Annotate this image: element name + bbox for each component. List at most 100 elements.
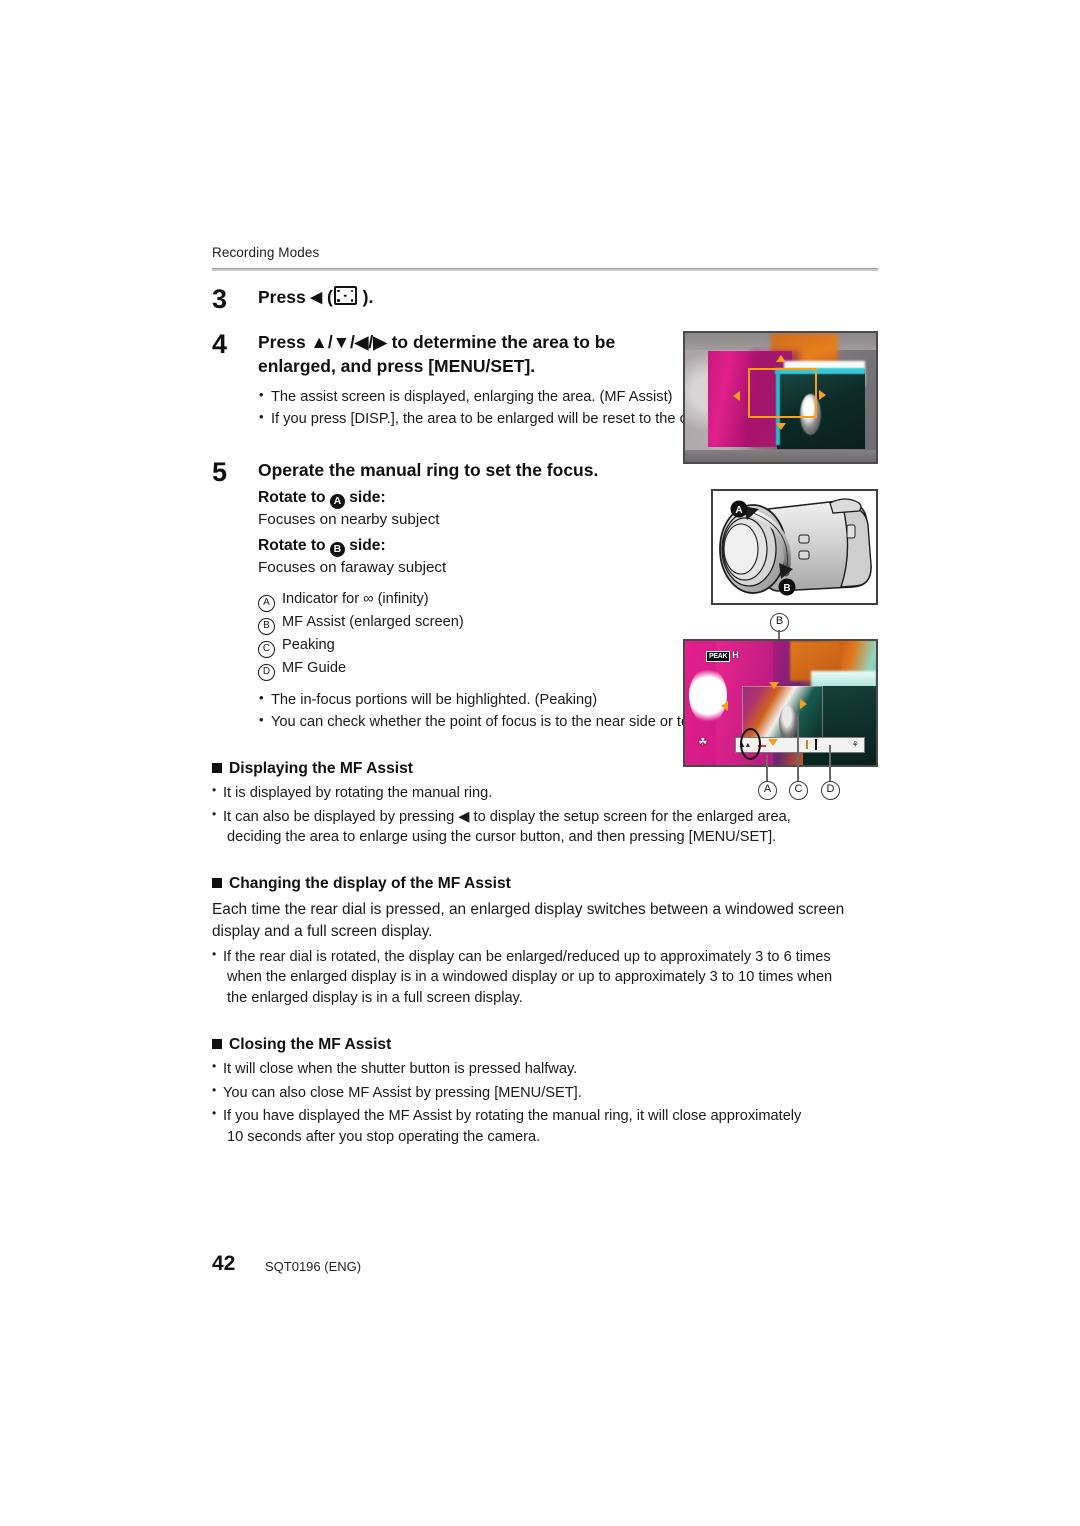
figure-camera-manual-ring: A B	[711, 489, 878, 605]
lens-switch-2	[798, 550, 810, 560]
circle-letter-b-outline: B	[258, 618, 275, 636]
up-arrow-icon[interactable]	[775, 354, 786, 362]
rotate-a-post: side:	[344, 488, 386, 506]
circle-letter-d-outline: D	[258, 664, 275, 682]
bullet-line: It is displayed by rotating the manual r…	[223, 785, 493, 802]
bullet-line-cont: when the enlarged display is in a window…	[227, 969, 833, 986]
callout-c-leader-line	[797, 713, 799, 783]
scene-bottom-band	[685, 450, 876, 462]
bullet-line-cont: deciding the area to enlarge using the c…	[227, 829, 777, 846]
step-4-title-post: to determine the area to be	[386, 332, 616, 353]
figure-enlargement-area-screen	[683, 331, 878, 464]
section-paragraph: Each time the rear dial is pressed, an e…	[212, 901, 845, 941]
section-0-bullets: It is displayed by rotating the manual r…	[212, 782, 878, 848]
rotate-b-pre: Rotate to	[258, 536, 330, 554]
mf-guide-track	[752, 738, 847, 752]
mf-scene-highlight-blob	[688, 668, 727, 723]
section-2-bullets: It will close when the shutter button is…	[212, 1058, 878, 1148]
down-arrow-icon[interactable]	[775, 423, 786, 431]
left-arrow-icon: ◀	[310, 289, 323, 306]
label-b-text: B	[783, 583, 790, 594]
mf-scene-lens-reflection	[778, 705, 798, 741]
macro-icon: ⚘	[851, 740, 859, 750]
left-arrow-icon[interactable]	[721, 700, 729, 711]
square-bullet-icon	[212, 1038, 222, 1049]
step-3-title-pre: Press	[258, 287, 311, 307]
cursor-arrows-icon: ▲/▼/◀/▶	[310, 332, 387, 353]
manual-page: Recording Modes 3 Press ◀ ( ). 4 Press ▲…	[0, 0, 1080, 1526]
callout-a-circle: A	[758, 781, 777, 800]
section-1-bullets: If the rear dial is rotated, the display…	[212, 946, 878, 1009]
step-5-number: 5	[212, 457, 228, 488]
camera-lens-front	[723, 523, 759, 575]
callout-a-leader-line	[766, 755, 768, 783]
macro-flower-icon: ☘	[698, 736, 708, 748]
bullet-line: If the rear dial is rotated, the display…	[223, 948, 831, 965]
section-heading-text: Closing the MF Assist	[229, 1035, 392, 1053]
mf-guide-tick-near	[806, 740, 809, 750]
section-heading-text: Changing the display of the MF Assist	[229, 875, 511, 893]
bullet-line: It can also be displayed by pressing ◀ t…	[223, 808, 791, 825]
bullet-line-cont2: the enlarged display is in a full screen…	[227, 990, 523, 1007]
circle-letter-b-filled: B	[329, 541, 345, 557]
step-3-title: Press ◀ ( ).	[258, 286, 878, 309]
callout-d-circle: D	[821, 781, 840, 800]
running-head: Recording Modes	[212, 245, 320, 260]
section-displaying-mf-assist: Displaying the MF Assist It is displayed…	[212, 759, 878, 848]
figure-mf-assist-screen: PEAK H ☘ ▲▴ ⚘	[683, 639, 878, 767]
square-bullet-icon	[212, 762, 222, 773]
callout-d-leader-line	[829, 745, 831, 783]
section-heading: Changing the display of the MF Assist	[212, 874, 878, 894]
header-rule	[212, 268, 878, 271]
camera-illustration-svg: A B	[713, 491, 876, 603]
mf-guide-tick-current	[814, 738, 817, 751]
enlargement-area-rectangle[interactable]	[748, 367, 817, 419]
part-number: SQT0196 (ENG)	[265, 1259, 362, 1274]
section-heading: Closing the MF Assist	[212, 1035, 878, 1055]
section-closing-mf-assist: Closing the MF Assist It will close when…	[212, 1035, 878, 1148]
bullet-line: It will close when the shutter button is…	[223, 1061, 578, 1078]
list-item: It can also be displayed by pressing ◀ t…	[212, 806, 878, 848]
step-3: 3 Press ◀ ( ).	[212, 286, 878, 313]
step-3-number: 3	[212, 284, 228, 314]
key-text-d: MF Guide	[282, 660, 347, 677]
rotate-b-post: side:	[344, 536, 386, 554]
bullet-line: You can also close MF Assist by pressing…	[223, 1084, 582, 1101]
af-area-icon	[333, 286, 357, 305]
peak-level: H	[732, 649, 739, 660]
section-changing-display-mf-assist: Changing the display of the MF Assist Ea…	[212, 874, 878, 1009]
peaking-indicator: PEAK H	[706, 649, 739, 662]
label-a-text: A	[735, 505, 742, 516]
circle-letter-a-filled: A	[329, 493, 345, 509]
step-4-number: 4	[212, 329, 228, 360]
body-button	[846, 524, 856, 539]
callout-b-circle: B	[770, 613, 789, 632]
peak-badge: PEAK	[706, 650, 731, 662]
key-text-c: Peaking	[282, 637, 335, 654]
circle-letter-c-outline: C	[258, 641, 275, 659]
camera-viewfinder	[829, 498, 862, 514]
page-number: 42	[212, 1252, 236, 1275]
step-3-title-post: (	[322, 287, 333, 307]
square-bullet-icon	[212, 878, 222, 889]
list-item: It is displayed by rotating the manual r…	[212, 782, 878, 804]
bullet-line-cont: 10 seconds after you stop operating the …	[227, 1129, 541, 1146]
list-item: You can also close MF Assist by pressing…	[212, 1082, 878, 1104]
right-arrow-icon[interactable]	[818, 389, 826, 400]
down-arrow-icon[interactable]	[769, 681, 780, 689]
step-4-title-line2: enlarged, and press [MENU/SET].	[258, 355, 536, 376]
bullet-line: If you have displayed the MF Assist by r…	[223, 1108, 802, 1125]
step-4-title-pre: Press	[258, 332, 311, 353]
lens-switch-1	[798, 534, 810, 544]
key-text-a: Indicator for ∞ (infinity)	[282, 591, 429, 608]
rotate-a-pre: Rotate to	[258, 488, 330, 506]
circle-letter-a-outline: A	[258, 595, 275, 613]
key-text-b: MF Assist (enlarged screen)	[282, 614, 464, 631]
list-item: If you have displayed the MF Assist by r…	[212, 1105, 878, 1147]
list-item: If the rear dial is rotated, the display…	[212, 946, 878, 1009]
focus-position-marker	[768, 739, 779, 747]
section-heading-text: Displaying the MF Assist	[229, 759, 413, 777]
callout-c-circle: C	[789, 781, 808, 800]
left-arrow-icon[interactable]	[732, 391, 740, 402]
right-arrow-icon[interactable]	[799, 699, 807, 710]
